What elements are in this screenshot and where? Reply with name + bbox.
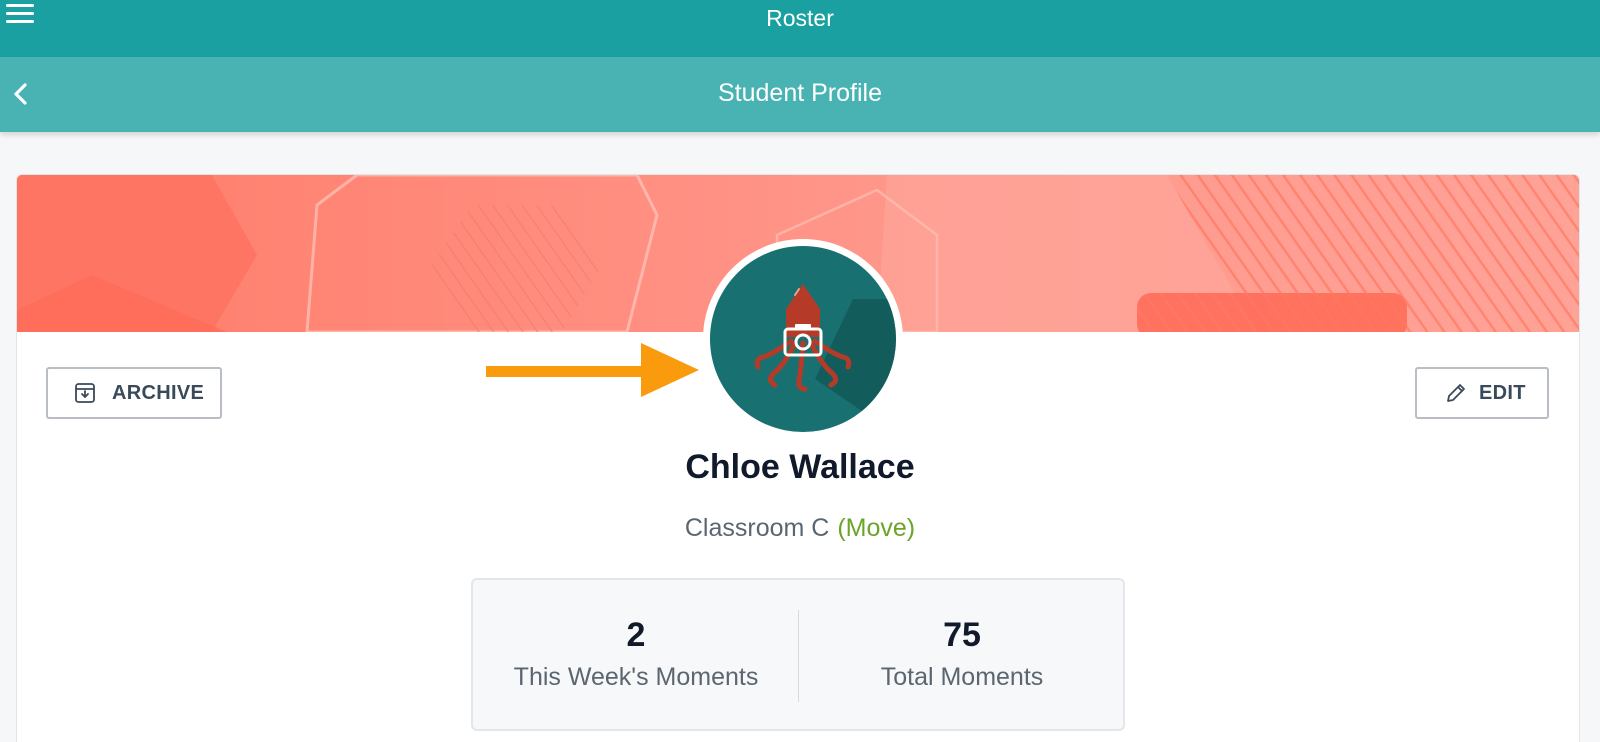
- stat-value: 2: [626, 616, 646, 654]
- stat-value: 75: [943, 616, 981, 654]
- orange-arrow-icon: [486, 343, 699, 397]
- archive-button-label: ARCHIVE: [112, 381, 205, 404]
- student-name: Chloe Wallace: [685, 448, 915, 486]
- edit-button[interactable]: EDIT: [1415, 367, 1549, 419]
- page-title: Student Profile: [718, 79, 882, 107]
- app-title: Roster: [766, 5, 834, 31]
- avatar[interactable]: [703, 239, 903, 439]
- classroom-name: Classroom C: [684, 514, 830, 542]
- classroom-line: Classroom C (Move): [0, 514, 1600, 543]
- stat-total: 75 Total Moments: [799, 580, 1125, 692]
- pencil-icon: [1447, 384, 1465, 402]
- top-app-bar: Roster: [0, 0, 1600, 57]
- move-link[interactable]: (Move): [837, 514, 915, 542]
- moments-stats-panel: 2 This Week's Moments 75 Total Moments: [471, 578, 1125, 731]
- page-header: Student Profile: [0, 57, 1600, 132]
- edit-button-label: EDIT: [1479, 381, 1526, 404]
- stat-label: Total Moments: [880, 663, 1044, 691]
- archive-button[interactable]: ARCHIVE: [46, 367, 222, 419]
- archive-icon: [75, 383, 95, 403]
- stat-this-week: 2 This Week's Moments: [473, 580, 799, 692]
- stat-label: This Week's Moments: [513, 663, 759, 691]
